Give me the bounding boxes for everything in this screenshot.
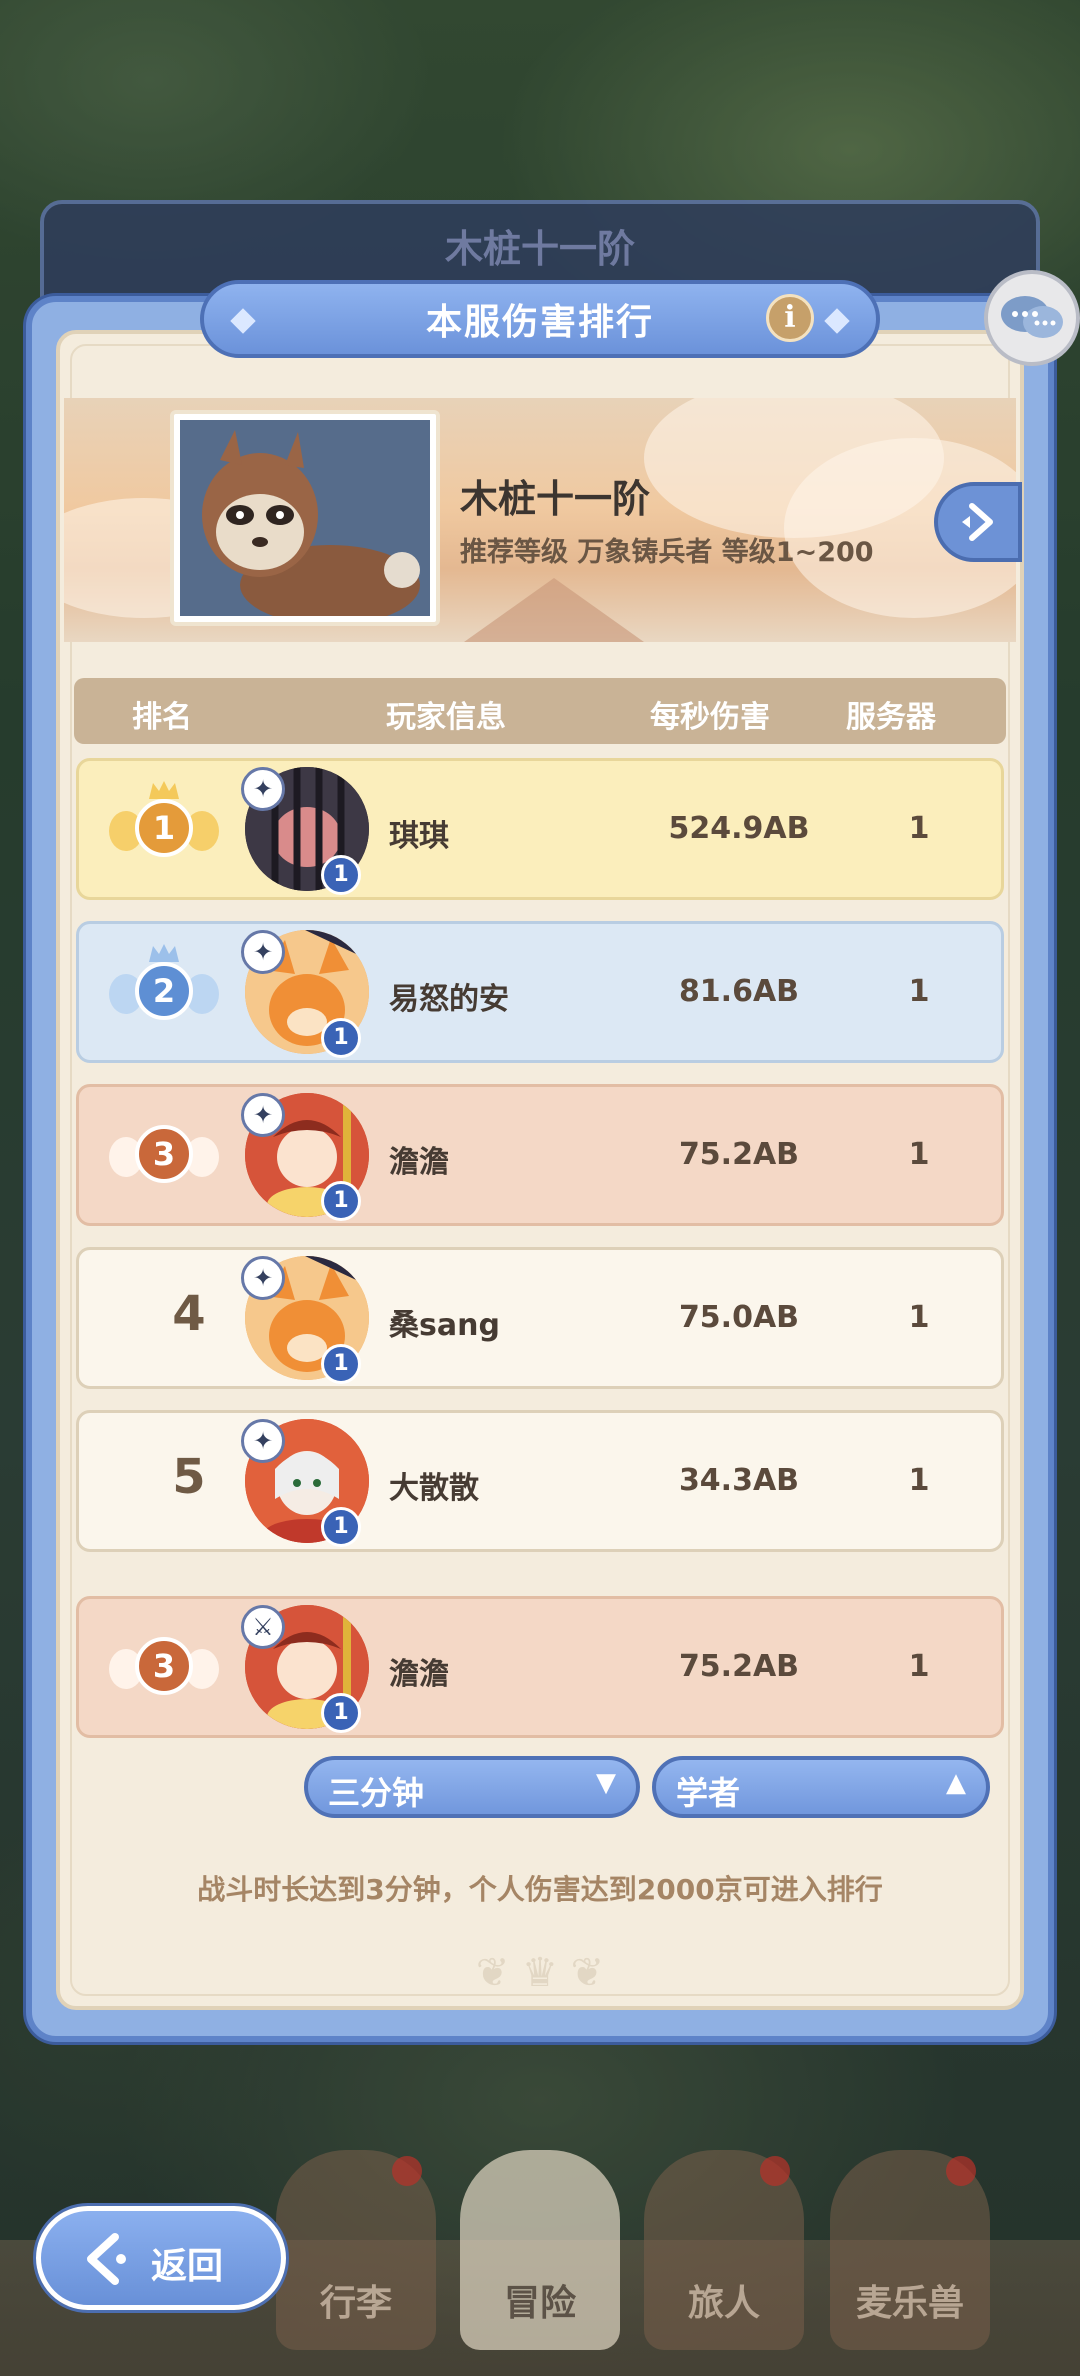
rank-medal-gold-icon: 1 xyxy=(109,775,219,885)
class-dropdown[interactable]: 学者 ▲ xyxy=(652,1756,990,1818)
alpaca-dummy-icon xyxy=(180,420,430,616)
class-emblem-icon: ✦ xyxy=(241,930,285,974)
player-dps: 524.9AB xyxy=(668,811,810,846)
boss-portrait xyxy=(180,420,430,616)
class-emblem-icon: ✦ xyxy=(241,1419,285,1463)
boss-name: 木桩十一阶 xyxy=(460,477,651,521)
ranking-column-header: 排名 玩家信息 每秒伤害 服务器 xyxy=(74,678,1006,744)
player-name: 澹澹 xyxy=(389,1145,449,1180)
my-ranking-row[interactable]: 3 ⚔ 1 澹澹 75.2AB 1 xyxy=(76,1596,1004,1738)
player-name: 易怒的安 xyxy=(389,982,509,1017)
column-player-info: 玩家信息 xyxy=(386,700,506,735)
player-server: 1 xyxy=(908,974,930,1009)
nav-item-pet[interactable]: 麦乐兽 xyxy=(830,2150,990,2350)
player-name: 琪琪 xyxy=(389,819,449,854)
player-dps: 81.6AB xyxy=(678,974,800,1009)
player-server: 1 xyxy=(908,811,930,846)
column-dps: 每秒伤害 xyxy=(650,700,770,735)
rank-medal-bronze-icon: 3 xyxy=(109,1613,219,1723)
player-level-badge: 1 xyxy=(321,1018,361,1058)
nav-label: 冒险 xyxy=(503,2283,576,2324)
triangle-down-icon: ▼ xyxy=(596,1768,616,1798)
banner-mountain xyxy=(464,578,644,642)
info-icon[interactable]: i xyxy=(766,294,814,342)
ribbon-ornament-right-icon xyxy=(824,308,850,334)
class-emblem-icon: ✦ xyxy=(241,1256,285,1300)
player-avatar[interactable]: ⚔ 1 xyxy=(239,1601,375,1737)
player-dps: 34.3AB xyxy=(678,1463,800,1498)
player-dps: 75.2AB xyxy=(678,1137,800,1172)
player-avatar[interactable]: ✦ 1 xyxy=(239,763,375,899)
nav-label: 麦乐兽 xyxy=(855,2283,964,2324)
ranking-row[interactable]: 4 ✦ 1 桑sang 75.0AB 1 xyxy=(76,1247,1004,1389)
sword-emblem-icon: ⚔ xyxy=(241,1605,285,1649)
nav-item-traveler[interactable]: 旅人 xyxy=(644,2150,804,2350)
player-name: 澹澹 xyxy=(389,1657,449,1692)
player-level-badge: 1 xyxy=(321,1693,361,1733)
chat-button[interactable] xyxy=(984,270,1080,366)
player-avatar[interactable]: ✦ 1 xyxy=(239,926,375,1062)
triangle-up-icon: ▲ xyxy=(946,1768,966,1798)
notification-dot xyxy=(946,2156,976,2186)
class-emblem-icon: ✦ xyxy=(241,767,285,811)
duration-selected: 三分钟 xyxy=(328,1774,425,1812)
background-panel-title: 木桩十一阶 xyxy=(444,227,635,271)
nav-label: 行李 xyxy=(319,2283,392,2324)
player-server: 1 xyxy=(908,1300,930,1335)
player-server: 1 xyxy=(908,1137,930,1172)
player-level-badge: 1 xyxy=(321,1344,361,1384)
column-rank: 排名 xyxy=(132,700,192,735)
arrow-right-icon xyxy=(962,503,993,541)
rank-number: 4 xyxy=(172,1286,206,1342)
player-avatar[interactable]: ✦ 1 xyxy=(239,1089,375,1225)
player-dps: 75.2AB xyxy=(678,1649,800,1684)
player-server: 1 xyxy=(908,1463,930,1498)
player-level-badge: 1 xyxy=(321,855,361,895)
player-level-badge: 1 xyxy=(321,1507,361,1547)
player-dps: 75.0AB xyxy=(678,1300,800,1335)
nav-item-adventure[interactable]: 冒险 xyxy=(460,2150,620,2350)
back-button[interactable]: 返回 xyxy=(36,2206,286,2310)
class-emblem-icon: ✦ xyxy=(241,1093,285,1137)
nav-item-luggage[interactable]: 行李 xyxy=(276,2150,436,2350)
column-server: 服务器 xyxy=(846,700,936,735)
player-name: 大散散 xyxy=(389,1471,479,1506)
boss-detail-button[interactable] xyxy=(934,482,1022,562)
panel-bottom-ornament-icon: ❦ ♛ ❦ xyxy=(475,1950,605,1996)
player-avatar[interactable]: ✦ 1 xyxy=(239,1415,375,1551)
rank-medal-bronze-icon: 3 xyxy=(109,1101,219,1211)
rank-number: 5 xyxy=(172,1449,206,1505)
duration-dropdown[interactable]: 三分钟 ▼ xyxy=(304,1756,640,1818)
player-level-badge: 1 xyxy=(321,1181,361,1221)
player-server: 1 xyxy=(908,1649,930,1684)
rank-medal-silver-icon: 2 xyxy=(109,938,219,1048)
notification-dot xyxy=(760,2156,790,2186)
ribbon-ornament-left-icon xyxy=(230,308,256,334)
back-arrow-icon xyxy=(87,2233,126,2285)
boss-recommendation: 推荐等级 万象铸兵者 等级1~200 xyxy=(460,537,874,568)
class-selected: 学者 xyxy=(676,1774,741,1812)
player-name: 桑sang xyxy=(389,1308,500,1343)
ranking-row[interactable]: 3 ✦ 1 澹澹 75.2AB 1 xyxy=(76,1084,1004,1226)
ranking-row[interactable]: 5 ✦ 1 大散散 34.3AB 1 xyxy=(76,1410,1004,1552)
back-label: 返回 xyxy=(151,2246,224,2287)
ranking-row[interactable]: 1 ✦ 1 琪琪 524.9AB 1 xyxy=(76,758,1004,900)
panel-title: 本服伤害排行 xyxy=(425,302,654,343)
notification-dot xyxy=(392,2156,422,2186)
chat-bubble-icon xyxy=(1001,296,1063,338)
ranking-row[interactable]: 2 ✦ 1 易怒的安 81.6AB 1 xyxy=(76,921,1004,1063)
player-avatar[interactable]: ✦ 1 xyxy=(239,1252,375,1388)
ranking-requirement-note: 战斗时长达到3分钟，个人伤害达到2000京可进入排行 xyxy=(197,1873,883,1906)
nav-label: 旅人 xyxy=(687,2283,760,2324)
